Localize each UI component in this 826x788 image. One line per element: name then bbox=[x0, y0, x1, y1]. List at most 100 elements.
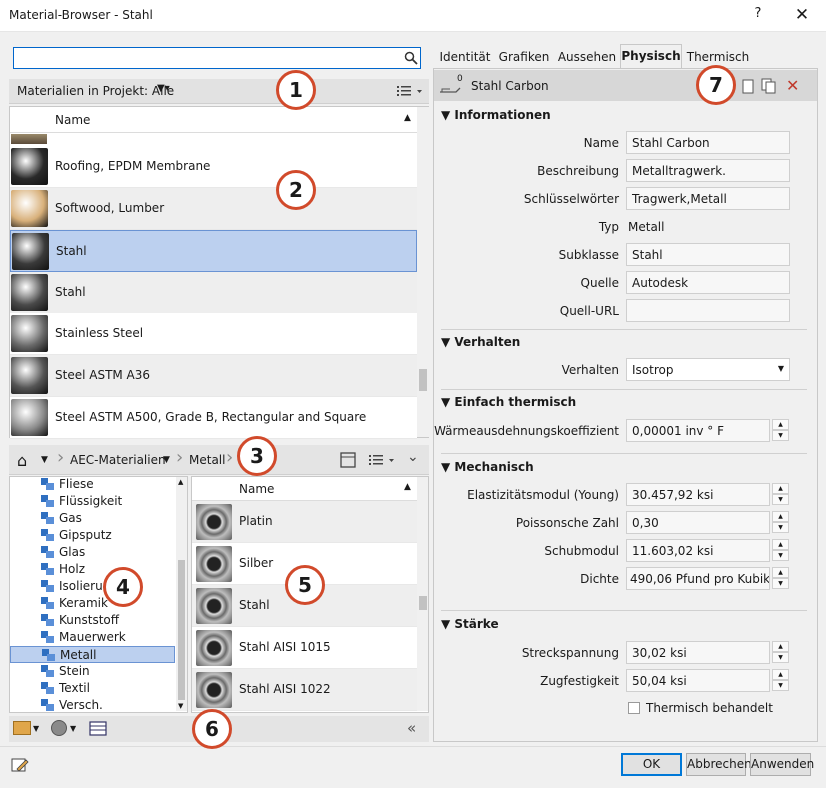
remove-asset-icon[interactable]: ✕ bbox=[786, 76, 799, 95]
step-up-icon[interactable]: ▲ bbox=[772, 669, 789, 680]
yield-strength-field[interactable]: 30,02 ksi bbox=[626, 641, 770, 664]
tree-item[interactable]: Mauerwerk bbox=[10, 629, 175, 646]
collapse-triangle-icon[interactable]: ▼ bbox=[441, 108, 454, 122]
step-up-icon[interactable]: ▲ bbox=[772, 539, 789, 550]
yield-strength-stepper[interactable]: ▲ ▼ bbox=[772, 641, 789, 664]
section-mechanisch[interactable]: ▼ Mechanisch bbox=[441, 460, 534, 474]
scroll-down-icon[interactable]: ▼ bbox=[178, 702, 183, 710]
collapse-triangle-icon[interactable]: ▼ bbox=[441, 617, 454, 631]
tab-identität[interactable]: Identität bbox=[437, 48, 493, 68]
section-informationen[interactable]: ▼ Informationen bbox=[441, 108, 551, 122]
list-item[interactable]: Roofing, EPDM Membrane bbox=[10, 146, 417, 188]
collapse-triangle-icon[interactable]: ▼ bbox=[441, 335, 454, 349]
collapse-double-chevron-icon[interactable]: ⌄ bbox=[407, 449, 419, 465]
sort-ascending-icon[interactable]: ▲ bbox=[404, 113, 411, 123]
chevron-down-icon[interactable]: ▼ bbox=[70, 724, 76, 733]
tree-item[interactable]: Textil bbox=[10, 680, 175, 697]
tree-item[interactable]: Holz bbox=[10, 561, 175, 578]
collapse-panel-icon[interactable]: « bbox=[407, 719, 416, 737]
tensile-strength-field[interactable]: 50,04 ksi bbox=[626, 669, 770, 692]
subclass-field[interactable]: Stahl bbox=[626, 243, 790, 266]
home-icon[interactable]: ⌂ bbox=[17, 451, 27, 470]
step-up-icon[interactable]: ▲ bbox=[772, 511, 789, 522]
tree-item[interactable]: Gipsputz bbox=[10, 527, 175, 544]
keywords-field[interactable]: Tragwerk,Metall bbox=[626, 187, 790, 210]
step-up-icon[interactable]: ▲ bbox=[772, 567, 789, 578]
list-item[interactable]: Stahl AISI 1022 bbox=[192, 669, 417, 711]
step-up-icon[interactable]: ▲ bbox=[772, 483, 789, 494]
step-down-icon[interactable]: ▼ bbox=[772, 430, 789, 441]
step-down-icon[interactable]: ▼ bbox=[772, 494, 789, 505]
list-item[interactable]: Softwood, Lumber bbox=[10, 188, 417, 230]
tab-grafiken[interactable]: Grafiken bbox=[497, 48, 551, 68]
thermal-expansion-stepper[interactable]: ▲ ▼ bbox=[772, 419, 789, 442]
ok-button[interactable]: OK bbox=[621, 753, 682, 776]
young-modulus-stepper[interactable]: ▲ ▼ bbox=[772, 483, 789, 506]
tree-item[interactable]: Gas bbox=[10, 510, 175, 527]
description-field[interactable]: Metalltragwerk. bbox=[626, 159, 790, 182]
chevron-down-icon[interactable]: ▼ bbox=[163, 455, 170, 465]
sort-ascending-icon[interactable]: ▲ bbox=[404, 482, 411, 492]
tree-item[interactable]: Fliese bbox=[10, 476, 175, 493]
thermal-expansion-field[interactable]: 0,00001 inv ° F bbox=[626, 419, 770, 442]
density-stepper[interactable]: ▲ ▼ bbox=[772, 567, 789, 590]
search-icon[interactable] bbox=[404, 51, 418, 65]
close-button[interactable]: ✕ bbox=[788, 4, 816, 28]
apply-button[interactable]: Anwenden bbox=[750, 753, 814, 776]
name-field[interactable]: Stahl Carbon bbox=[626, 131, 790, 154]
tree-item[interactable]: Metall bbox=[10, 646, 175, 663]
tree-item[interactable]: Glas bbox=[10, 544, 175, 561]
section-verhalten[interactable]: ▼ Verhalten bbox=[441, 335, 520, 349]
step-down-icon[interactable]: ▼ bbox=[772, 550, 789, 561]
section-staerke[interactable]: ▼ Stärke bbox=[441, 617, 499, 631]
step-down-icon[interactable]: ▼ bbox=[772, 652, 789, 663]
project-filter-label[interactable]: Materialien in Projekt: Alle bbox=[17, 84, 174, 98]
tab-aussehen[interactable]: Aussehen bbox=[557, 48, 617, 68]
poisson-field[interactable]: 0,30 bbox=[626, 511, 770, 534]
list-item[interactable]: Stahl AISI 1015 bbox=[192, 627, 417, 669]
chevron-down-icon[interactable]: ▼ bbox=[778, 364, 784, 373]
cancel-button[interactable]: Abbrechen bbox=[686, 753, 752, 776]
collapse-triangle-icon[interactable]: ▼ bbox=[441, 460, 454, 474]
scrollbar-thumb[interactable] bbox=[419, 596, 427, 610]
collapse-triangle-icon[interactable]: ▼ bbox=[441, 395, 454, 409]
tree-item[interactable]: Kunststoff bbox=[10, 612, 175, 629]
tree-item[interactable]: Stein bbox=[10, 663, 175, 680]
tensile-strength-stepper[interactable]: ▲ ▼ bbox=[772, 669, 789, 692]
list-header[interactable]: Name ▲ bbox=[10, 107, 418, 133]
list-item[interactable]: Steel ASTM A36 bbox=[10, 355, 417, 397]
young-modulus-field[interactable]: 30.457,92 ksi bbox=[626, 483, 770, 506]
behavior-select[interactable]: Isotrop ▼ bbox=[626, 358, 790, 381]
chevron-down-icon[interactable]: ▼ bbox=[41, 455, 48, 465]
step-down-icon[interactable]: ▼ bbox=[772, 522, 789, 533]
poisson-stepper[interactable]: ▲ ▼ bbox=[772, 511, 789, 534]
view-options-icon[interactable] bbox=[396, 84, 424, 98]
replace-asset-icon[interactable] bbox=[740, 78, 754, 94]
panel-layout-icon[interactable] bbox=[340, 452, 356, 468]
tab-physisch[interactable]: Physisch bbox=[620, 44, 682, 68]
tree-item[interactable]: Flüssigkeit bbox=[10, 493, 175, 510]
step-down-icon[interactable]: ▼ bbox=[772, 680, 789, 691]
chevron-down-icon[interactable]: ▼ bbox=[33, 724, 39, 733]
help-button[interactable]: ? bbox=[748, 6, 768, 26]
asset-browser-icon[interactable] bbox=[89, 721, 107, 736]
tree-item[interactable]: Isolierung bbox=[10, 578, 175, 595]
step-up-icon[interactable]: ▲ bbox=[772, 419, 789, 430]
step-down-icon[interactable]: ▼ bbox=[772, 578, 789, 589]
shear-modulus-field[interactable]: 11.603,02 ksi bbox=[626, 539, 770, 562]
tree-item[interactable]: Versch. bbox=[10, 697, 175, 714]
column-name-header[interactable]: Name bbox=[55, 113, 90, 127]
filter-funnel-icon[interactable]: ▼▾ bbox=[157, 83, 175, 97]
breadcrumb-aec-materials[interactable]: AEC-Materialien bbox=[70, 453, 166, 467]
column-name-header[interactable]: Name bbox=[239, 482, 274, 496]
duplicate-asset-icon[interactable] bbox=[761, 78, 777, 94]
search-input[interactable] bbox=[13, 47, 421, 69]
create-material-icon[interactable] bbox=[51, 720, 67, 736]
source-field[interactable]: Autodesk bbox=[626, 271, 790, 294]
shear-modulus-stepper[interactable]: ▲ ▼ bbox=[772, 539, 789, 562]
list-item[interactable]: Platin bbox=[192, 501, 417, 543]
scroll-up-icon[interactable]: ▲ bbox=[178, 478, 183, 486]
edit-material-icon[interactable] bbox=[11, 757, 29, 773]
tree-item[interactable]: Keramik bbox=[10, 595, 175, 612]
step-up-icon[interactable]: ▲ bbox=[772, 641, 789, 652]
